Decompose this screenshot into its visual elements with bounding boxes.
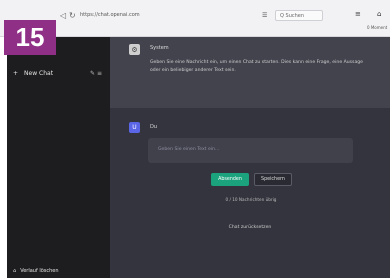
- system-text: Geben Sie eine Nachricht ein, um einen C…: [150, 60, 364, 73]
- clear-history-label: Verlauf löschen: [20, 268, 59, 274]
- browser-toolbar: ◁ ↻ https://chat.openai.com ☰ Q Suchen ≡…: [0, 0, 390, 37]
- search-input[interactable]: Q Suchen: [275, 10, 323, 21]
- message-counter: 0 / 10 Nachrichten übrig: [225, 197, 277, 202]
- message-input[interactable]: Geben Sie einen Text ein...: [148, 138, 353, 163]
- send-button[interactable]: Absenden: [211, 173, 249, 186]
- back-icon[interactable]: ◁: [60, 11, 66, 20]
- reader-icon[interactable]: ☰: [262, 12, 267, 19]
- extensions-icon[interactable]: ⌂: [377, 10, 381, 18]
- step-number-badge: 15: [4, 20, 56, 55]
- plus-icon: +: [13, 70, 19, 77]
- user-avatar-icon: U: [129, 122, 140, 133]
- clear-history-button[interactable]: ⌂ Verlauf löschen: [13, 268, 59, 274]
- system-name: System: [150, 45, 169, 51]
- new-chat-label: New Chat: [24, 70, 54, 77]
- reset-chat-link[interactable]: Chat zurücksetzen: [220, 225, 280, 230]
- system-avatar-icon: ⚙: [129, 44, 140, 55]
- corner-status: 0 Moment: [367, 25, 388, 30]
- trash-icon: ⌂: [13, 268, 17, 274]
- system-message: ⚙ System Geben Sie eine Nachricht ein, u…: [110, 37, 390, 108]
- chat-actions-icon[interactable]: ✎ ≡: [90, 70, 102, 77]
- sidebar: + New Chat ✎ ≡ ⌂ Verlauf löschen: [7, 37, 110, 278]
- save-button[interactable]: Speichern: [254, 173, 292, 186]
- chat-main: ⚙ System Geben Sie eine Nachricht ein, u…: [110, 37, 390, 278]
- address-bar[interactable]: https://chat.openai.com: [80, 12, 140, 18]
- reload-icon[interactable]: ↻: [69, 11, 76, 20]
- user-name: Du: [150, 124, 158, 130]
- user-message-input-row: U Du Geben Sie einen Text ein...: [110, 113, 390, 203]
- menu-icon[interactable]: ≡: [355, 10, 361, 18]
- new-chat-button[interactable]: + New Chat ✎ ≡: [13, 67, 104, 80]
